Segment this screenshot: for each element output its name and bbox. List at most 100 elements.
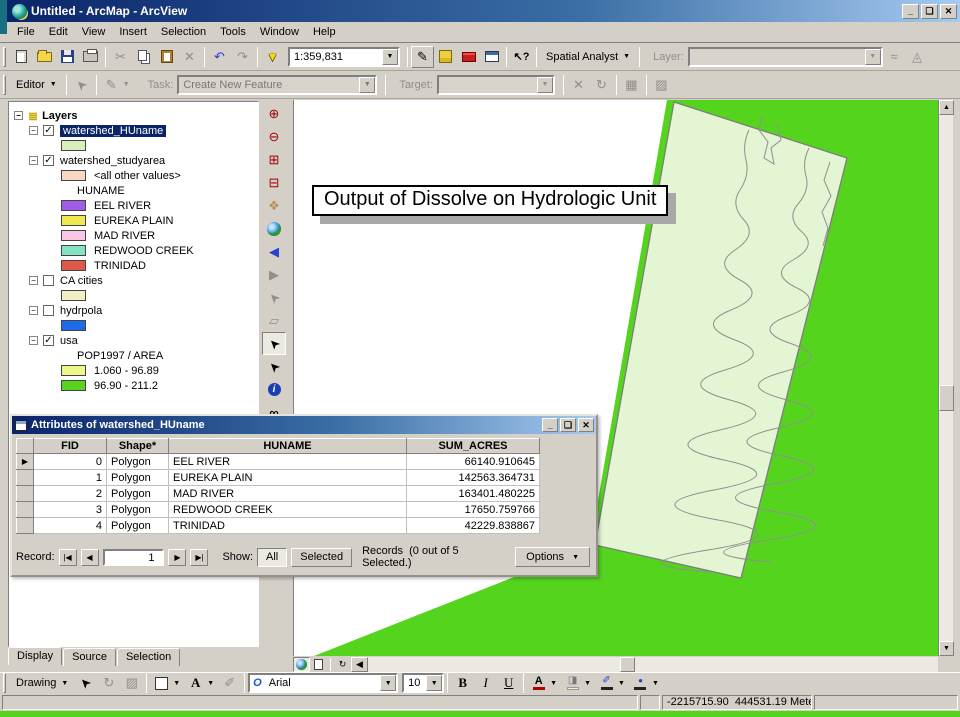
column-header-fid[interactable]: FID: [34, 439, 107, 454]
next-record-button[interactable]: ▶: [168, 549, 186, 566]
identify-tool[interactable]: i: [262, 378, 286, 401]
last-record-button[interactable]: ▶|: [190, 549, 208, 566]
spatial-analyst-menu[interactable]: Spatial Analyst ▼: [540, 49, 636, 65]
table-row[interactable]: 1 Polygon EUREKA PLAIN 142563.364731: [17, 470, 540, 486]
table-row[interactable]: 2 Polygon MAD RIVER 163401.480225: [17, 486, 540, 502]
select-elements-button[interactable]: ➤: [74, 674, 97, 693]
fill-color-button[interactable]: ◨: [561, 674, 584, 693]
scale-combobox[interactable]: 1:359,831 ▼: [288, 47, 400, 67]
menu-edit[interactable]: Edit: [42, 24, 75, 40]
layer-checkbox[interactable]: [43, 275, 54, 286]
minimize-button[interactable]: _: [902, 4, 919, 19]
split-tool-button[interactable]: ✕: [567, 74, 590, 96]
italic-button[interactable]: I: [474, 674, 497, 693]
edit-tool-button[interactable]: ➤: [70, 74, 93, 96]
vertical-scroll-thumb[interactable]: [939, 385, 954, 411]
sketch-tool-button[interactable]: ✎: [100, 74, 123, 96]
forward-extent-tool[interactable]: ▶: [262, 263, 286, 286]
record-selector[interactable]: [17, 518, 34, 534]
zoom-to-selected-button[interactable]: ▨: [120, 674, 143, 693]
column-header-huname[interactable]: HUNAME: [169, 439, 407, 454]
menu-help[interactable]: Help: [306, 24, 343, 40]
font-color-dropdown[interactable]: ▼: [550, 680, 557, 687]
menu-view[interactable]: View: [75, 24, 113, 40]
close-button[interactable]: ✕: [578, 418, 594, 432]
line-color-button[interactable]: ✐: [595, 674, 618, 693]
map-text-graphic[interactable]: Output of Dissolve on Hydrologic Unit: [312, 185, 668, 216]
layer-checkbox[interactable]: ✓: [43, 155, 54, 166]
layer-name[interactable]: hydrpola: [60, 305, 102, 317]
layer-ca-cities[interactable]: − CA cities: [9, 273, 258, 288]
target-combobox[interactable]: ▼: [437, 75, 555, 95]
collapse-icon[interactable]: −: [29, 336, 38, 345]
open-button[interactable]: [33, 46, 56, 68]
font-dropdown-arrow[interactable]: ▼: [380, 675, 396, 691]
new-map-button[interactable]: [10, 46, 33, 68]
table-row[interactable]: ▶ 0 Polygon EEL RIVER 66140.910645: [17, 454, 540, 470]
cut-button[interactable]: ✂: [109, 46, 132, 68]
record-number-input[interactable]: 1: [103, 549, 165, 566]
select-elements-tool[interactable]: ➤: [262, 332, 286, 355]
symbol-swatch[interactable]: [61, 230, 86, 241]
symbol-swatch[interactable]: [61, 200, 86, 211]
layer-checkbox[interactable]: ✓: [43, 335, 54, 346]
layer-checkbox[interactable]: [43, 305, 54, 316]
menu-tools[interactable]: Tools: [213, 24, 253, 40]
column-header-shape[interactable]: Shape*: [107, 439, 169, 454]
toolbar-grip[interactable]: [3, 47, 6, 67]
attributes-button[interactable]: ▦: [620, 74, 643, 96]
whats-this-help-button[interactable]: ↖?: [510, 46, 533, 68]
symbol-swatch[interactable]: [61, 365, 86, 376]
horizontal-scroll-track[interactable]: [368, 657, 938, 672]
restore-button[interactable]: ❏: [921, 4, 938, 19]
full-extent-tool[interactable]: [262, 217, 286, 240]
layer-watershed-huname[interactable]: − ✓ watershed_HUname: [9, 123, 258, 138]
menu-file[interactable]: File: [10, 24, 42, 40]
tab-source[interactable]: Source: [63, 648, 116, 666]
table-row[interactable]: 3 Polygon REDWOOD CREEK 17650.759766: [17, 502, 540, 518]
symbol-swatch[interactable]: [61, 290, 86, 301]
refresh-view-button[interactable]: ↻: [334, 657, 351, 672]
marker-color-button[interactable]: ●: [629, 674, 652, 693]
font-color-button[interactable]: A: [527, 674, 550, 693]
new-text-tool[interactable]: A: [184, 674, 207, 693]
symbol-swatch[interactable]: [61, 320, 86, 331]
record-selector[interactable]: [17, 470, 34, 486]
title-bar[interactable]: Untitled - ArcMap - ArcView _ ❏ ✕: [7, 0, 960, 22]
layout-view-button[interactable]: [310, 657, 327, 672]
layer-name[interactable]: CA cities: [60, 275, 103, 287]
drawing-menu[interactable]: Drawing ▼: [10, 675, 74, 691]
map-vertical-scrollbar[interactable]: ▲ ▼: [938, 100, 953, 656]
layer-dropdown-arrow[interactable]: ▼: [865, 49, 881, 65]
menu-insert[interactable]: Insert: [112, 24, 154, 40]
add-data-button[interactable]: ▼: [261, 46, 284, 68]
fixed-zoom-out-tool[interactable]: ⊟: [262, 171, 286, 194]
target-dropdown-arrow[interactable]: ▼: [537, 77, 553, 93]
layer-usa[interactable]: − ✓ usa: [9, 333, 258, 348]
shape-dropdown[interactable]: ▼: [173, 680, 180, 687]
clear-selection-tool[interactable]: ▱: [262, 309, 286, 332]
histogram-button[interactable]: ◬: [906, 46, 929, 68]
table-row[interactable]: 4 Polygon TRINIDAD 42229.838867: [17, 518, 540, 534]
scroll-left-button[interactable]: ◀: [351, 657, 368, 672]
editor-menu[interactable]: Editor ▼: [10, 77, 63, 93]
zoom-in-tool[interactable]: ⊕: [262, 102, 286, 125]
current-record-indicator[interactable]: ▶: [17, 454, 34, 470]
back-extent-tool[interactable]: ◀: [262, 240, 286, 263]
menu-selection[interactable]: Selection: [154, 24, 213, 40]
record-selector[interactable]: [17, 502, 34, 518]
fixed-zoom-in-tool[interactable]: ⊞: [262, 148, 286, 171]
font-combobox[interactable]: O Arial ▼: [248, 673, 398, 693]
scale-dropdown-arrow[interactable]: ▼: [382, 49, 398, 65]
editor-sketch-button[interactable]: ✎: [411, 46, 434, 68]
fill-color-dropdown[interactable]: ▼: [584, 680, 591, 687]
scroll-up-button[interactable]: ▲: [939, 100, 954, 115]
command-line-window-button[interactable]: [480, 46, 503, 68]
save-button[interactable]: [56, 46, 79, 68]
create-contour-button[interactable]: ≈: [883, 46, 906, 68]
symbol-swatch[interactable]: [61, 170, 86, 181]
symbol-swatch[interactable]: [61, 215, 86, 226]
record-selector[interactable]: [17, 486, 34, 502]
collapse-icon[interactable]: −: [29, 156, 38, 165]
edit-vertices-button[interactable]: ✐: [218, 674, 241, 693]
